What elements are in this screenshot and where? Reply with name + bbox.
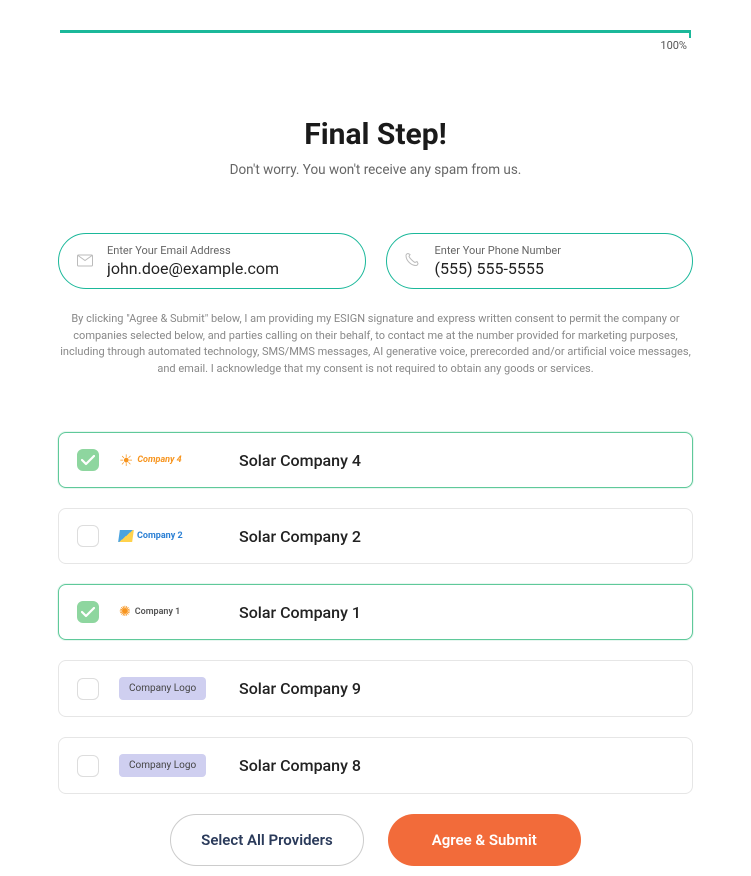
provider-checkbox[interactable] — [77, 678, 99, 700]
phone-icon — [405, 252, 419, 271]
page-title: Final Step! — [0, 117, 751, 152]
select-all-button[interactable]: Select All Providers — [170, 814, 364, 866]
provider-checkbox[interactable] — [77, 755, 99, 777]
provider-row[interactable]: Company Logo Solar Company 9 — [58, 660, 693, 717]
provider-checkbox[interactable] — [77, 525, 99, 547]
progress-bar — [60, 30, 691, 33]
provider-row[interactable]: Company 2 Solar Company 2 — [58, 508, 693, 564]
mail-icon — [77, 252, 93, 271]
provider-name: Solar Company 8 — [239, 756, 361, 775]
consent-text: By clicking "Agree & Submit" below, I am… — [0, 311, 751, 377]
progress-label: 100% — [60, 39, 691, 52]
phone-field-wrap[interactable]: Enter Your Phone Number — [386, 233, 694, 289]
provider-logo: Company 2 — [119, 530, 209, 542]
provider-logo: Company Logo — [119, 754, 209, 777]
provider-checkbox[interactable] — [77, 449, 99, 471]
progress-section: 100% — [0, 0, 751, 62]
provider-row[interactable]: Company Logo Solar Company 8 — [58, 737, 693, 794]
submit-button[interactable]: Agree & Submit — [388, 814, 581, 866]
provider-name: Solar Company 1 — [239, 603, 361, 622]
page-subtitle: Don't worry. You won't receive any spam … — [0, 162, 751, 178]
provider-name: Solar Company 2 — [239, 527, 361, 546]
provider-row[interactable]: ✺Company 1 Solar Company 1 — [58, 584, 693, 640]
heading: Final Step! Don't worry. You won't recei… — [0, 117, 751, 178]
provider-checkbox[interactable] — [77, 601, 99, 623]
provider-logo: ✺Company 1 — [119, 604, 209, 620]
email-input[interactable] — [107, 259, 345, 278]
provider-logo: Company Logo — [119, 677, 209, 700]
inputs-row: Enter Your Email Address Enter Your Phon… — [0, 233, 751, 289]
phone-label: Enter Your Phone Number — [435, 244, 673, 257]
provider-row[interactable]: ☀Company 4 Solar Company 4 — [58, 432, 693, 488]
email-label: Enter Your Email Address — [107, 244, 345, 257]
phone-input[interactable] — [435, 259, 673, 278]
provider-logo: ☀Company 4 — [119, 451, 209, 470]
email-field-wrap[interactable]: Enter Your Email Address — [58, 233, 366, 289]
provider-name: Solar Company 9 — [239, 679, 361, 698]
provider-name: Solar Company 4 — [239, 451, 361, 470]
providers-list: ☀Company 4 Solar Company 4 Company 2 Solar … — [0, 432, 751, 794]
